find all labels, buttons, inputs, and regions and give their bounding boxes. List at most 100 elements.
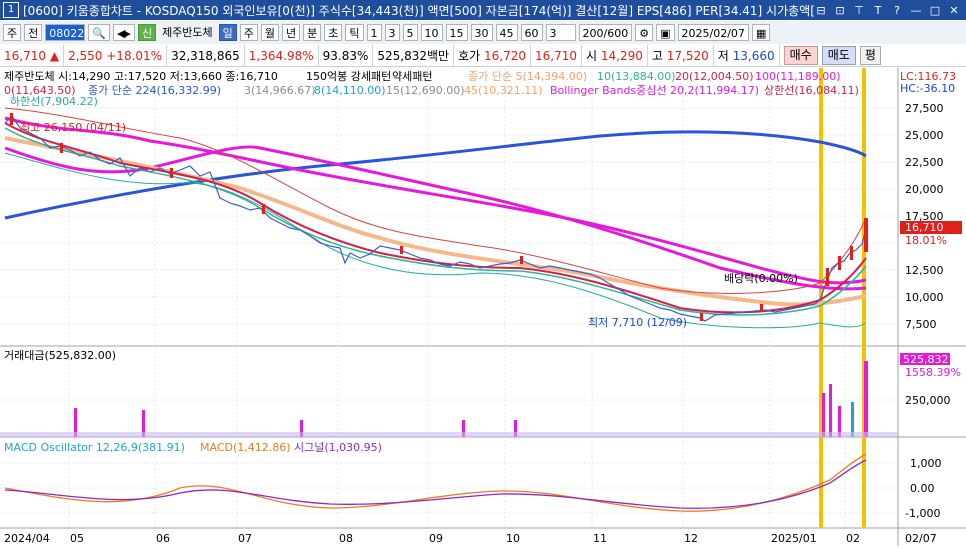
sound-icon[interactable]: ◀▸ — [112, 24, 135, 41]
volume-header: 거래대금(525,832.00) — [4, 349, 116, 362]
xtick-08: 08 — [339, 532, 353, 545]
xtick-09: 09 — [429, 532, 443, 545]
window-font-icon[interactable]: T — [872, 4, 884, 17]
window-titlebar: 1 [0600] 키움종합차트 - KOSDAQ150 외국인보유[0(천)] … — [0, 0, 966, 20]
market-select[interactable]: 주 — [3, 24, 22, 41]
low-price: 저 13,660 — [714, 45, 780, 66]
xtick-05: 05 — [70, 532, 84, 545]
ytick-25000: 25,000 — [905, 129, 944, 142]
close-button[interactable]: ✕ — [948, 4, 960, 17]
trade-amount: 525,832백만 — [373, 45, 455, 66]
interval-15[interactable]: 15 — [445, 24, 468, 41]
sell-button[interactable]: 매도 — [821, 46, 856, 65]
dividend-annotation: 배당락(0.00%) — [724, 272, 798, 285]
period-minute[interactable]: 분 — [303, 24, 322, 41]
count-input[interactable]: 200/600 — [578, 24, 633, 41]
period-tick[interactable]: 틱 — [345, 24, 364, 41]
chart-svg[interactable]: 제주반도체 시:14,290 고:17,520 저:13,660 종:16,71… — [0, 68, 966, 546]
current-price: 16,710 ▲ — [0, 45, 65, 66]
interval-1[interactable]: 1 — [366, 24, 382, 41]
calendar-icon[interactable]: ▦ — [751, 24, 771, 41]
hc-value: HC:-36.10 — [900, 82, 955, 95]
search-icon[interactable]: 🔍 — [88, 24, 110, 41]
volume-ytick: 250,000 — [905, 394, 951, 407]
average-button[interactable]: 평 — [859, 46, 881, 65]
tools-icon[interactable]: ⚙ — [635, 24, 654, 41]
period-week[interactable]: 주 — [239, 24, 258, 41]
ytick-10000: 10,000 — [905, 291, 944, 304]
ma-10-label: 10(13,884.00) — [597, 70, 676, 83]
ma-224-label: 종가 단순 224(16,332.99) — [88, 84, 221, 97]
strength: 93.83% — [319, 45, 374, 66]
macd-ytick-neg1000: -1,000 — [905, 507, 940, 520]
interval-30[interactable]: 30 — [470, 24, 493, 41]
chart-area[interactable]: 제주반도체 시:14,290 고:17,520 저:13,660 종:16,71… — [0, 68, 966, 546]
help-icon[interactable]: ? — [891, 4, 903, 17]
interval-5[interactable]: 5 — [402, 24, 418, 41]
period-year[interactable]: 년 — [282, 24, 301, 41]
ma-100-label: 100(11,189.00) — [755, 70, 841, 83]
open-price: 시 14,290 — [582, 45, 648, 66]
window-number: 1 — [3, 2, 19, 18]
window-restore-icon[interactable]: ⊡ — [834, 4, 846, 17]
stock-code-input[interactable]: 080220 — [45, 24, 91, 41]
xtick-2024-04: 2024/04 — [4, 532, 50, 545]
period-second[interactable]: 초 — [324, 24, 343, 41]
ytick-22500: 22,500 — [905, 156, 944, 169]
ytick-12500: 12,500 — [905, 264, 944, 277]
xtick-06: 06 — [156, 532, 170, 545]
buy-button[interactable]: 매수 — [783, 46, 818, 65]
macd-ytick-1000: 1,000 — [910, 457, 942, 470]
maximize-button[interactable]: □ — [929, 4, 941, 17]
minimize-button[interactable]: — — [910, 4, 922, 17]
window-tile-icon[interactable]: ⊟ — [815, 4, 827, 17]
volume-tag: 525,832 — [903, 353, 949, 366]
chart-toolbar: 주 전 080220 🔍 ◀▸ 신 제주반도체 일 주 월 년 분 초 틱 1 … — [0, 21, 966, 44]
new-button[interactable]: 신 — [137, 24, 157, 41]
ma-8-label: 8(14,110.00) — [314, 84, 386, 97]
ma-20-label: 20(12,004.50) — [675, 70, 754, 83]
macd-ytick-0: 0.00 — [910, 482, 935, 495]
save-icon[interactable]: ▣ — [656, 24, 675, 41]
macd-osc-label: MACD Oscillator 12,26,9(381.91) — [4, 441, 185, 454]
ma-3-label: 3(14,966.67) — [244, 84, 316, 97]
volume-pct: 1,364.98% — [245, 45, 319, 66]
ma-45-label: 45(10,321.11) — [464, 84, 543, 97]
xtick-02: 02 — [846, 532, 860, 545]
volume: 32,318,865 — [167, 45, 245, 66]
interval-3[interactable]: 3 — [384, 24, 400, 41]
date-input[interactable]: 2025/02/07 — [677, 24, 749, 41]
all-select[interactable]: 전 — [24, 24, 43, 41]
price-header-pattern-weak: 약세패턴 — [392, 69, 432, 83]
price-header-pattern-strong: 150억봉 강세패턴 — [306, 70, 391, 83]
period-month[interactable]: 월 — [260, 24, 280, 41]
interval-45[interactable]: 45 — [495, 24, 518, 41]
volume-baseline-bars — [0, 432, 898, 437]
quote-ask: 호가 16,720 — [454, 45, 532, 66]
quote-bid: 16,710 — [531, 45, 583, 66]
interval-10[interactable]: 10 — [420, 24, 443, 41]
xtick-10: 10 — [506, 532, 520, 545]
xtick-2025-01: 2025/01 — [771, 532, 817, 545]
ytick-27500: 27,500 — [905, 102, 944, 115]
price-tag: 16,710 — [905, 221, 944, 234]
xtick-07: 07 — [238, 532, 252, 545]
bollinger-lower-label: 하한선(7,904.22) — [10, 94, 98, 108]
high-annotation: 최고 26,150 (04/11) — [20, 121, 126, 134]
price-header-1: 제주반도체 시:14,290 고:17,520 저:13,660 종:16,71… — [4, 70, 278, 83]
period-day[interactable]: 일 — [218, 24, 237, 41]
price-pct-tag: 18.01% — [905, 234, 947, 247]
interval-custom[interactable]: 3 — [545, 24, 576, 41]
ma-15-label: 15(12,690.00) — [386, 84, 465, 97]
bollinger-upper-label: 상한선(16,084.11) — [764, 84, 859, 97]
price-change: 2,550 +18.01% — [64, 45, 168, 66]
xtick-02-07: 02/07 — [905, 532, 937, 545]
low-annotation: 최저 7,710 (12/09) — [588, 316, 687, 329]
ma-5-label: 종가 단순 5(14,394.00) — [468, 70, 587, 83]
window-pin-icon[interactable]: ⊤ — [853, 4, 865, 17]
high-price: 고 17,520 — [648, 45, 714, 66]
interval-60[interactable]: 60 — [520, 24, 543, 41]
window-title: [0600] 키움종합차트 - KOSDAQ150 외국인보유[0(천)] 주식… — [23, 3, 815, 18]
macd-signal-label: 시그널(1,030.95) — [294, 441, 382, 454]
xtick-12: 12 — [684, 532, 698, 545]
